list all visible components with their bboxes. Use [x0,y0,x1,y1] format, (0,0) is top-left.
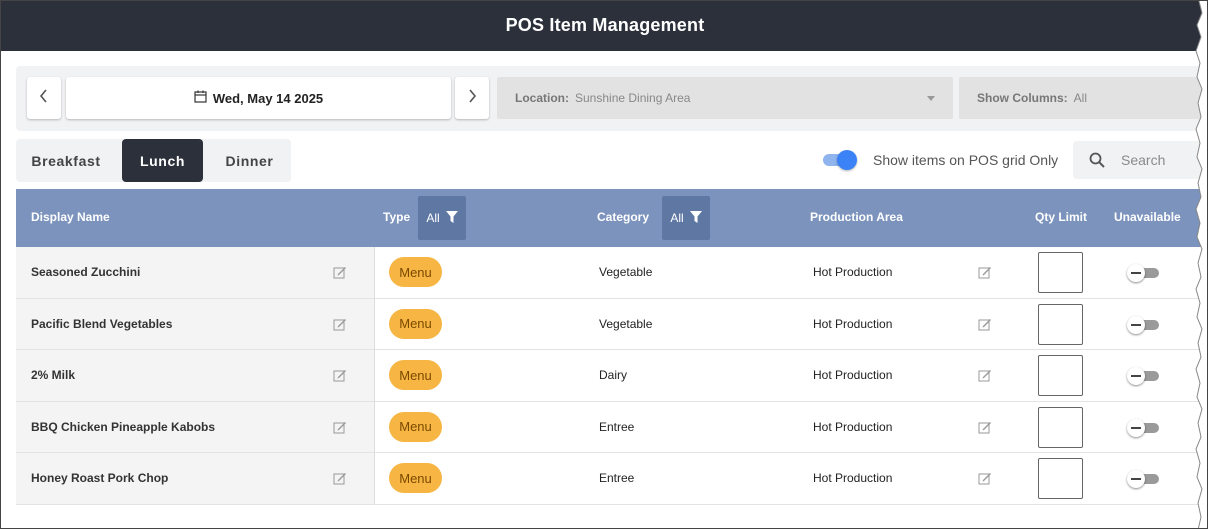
type-badge: Menu [389,360,442,391]
table-row: BBQ Chicken Pineapple Kabobs Menu Entree… [16,401,1207,454]
calendar-icon [194,90,207,106]
app-window: POS Item Management Wed, May 14 2025 Loc… [0,0,1208,529]
type-badge: Menu [389,257,442,287]
edit-icon[interactable] [978,265,992,279]
edit-icon[interactable] [333,471,347,485]
table-row: Pacific Blend Vegetables Menu Vegetable … [16,298,1207,351]
unavailable-toggle[interactable] [1127,470,1161,489]
item-name: 2% Milk [31,368,76,383]
header-production-area[interactable]: Production Area [810,210,903,224]
edit-icon[interactable] [333,420,347,434]
header-category[interactable]: Category [597,210,649,224]
name-cell: BBQ Chicken Pineapple Kabobs [16,401,375,453]
toggle-knob [1127,470,1145,489]
type-badge: Menu [389,308,442,339]
next-date-button[interactable] [455,77,489,119]
name-cell: Honey Roast Pork Chop [16,453,375,504]
item-name: Pacific Blend Vegetables [31,316,173,331]
qty-limit-input[interactable] [1038,458,1083,500]
type-filter-button[interactable]: All [418,196,466,240]
show-columns-select[interactable]: Show Columns: All [959,77,1207,119]
edit-icon[interactable] [978,368,992,382]
qty-limit-input[interactable] [1038,303,1083,345]
unavailable-toggle[interactable] [1127,315,1161,334]
type-badge: Menu [389,463,442,494]
production-area-value: Hot Production [813,419,893,434]
location-select[interactable]: Location: Sunshine Dining Area [497,77,953,119]
edit-icon[interactable] [333,368,347,382]
date-picker-button[interactable]: Wed, May 14 2025 [66,77,451,119]
toggle-knob [1127,315,1145,334]
table-row: Seasoned Zucchini Menu Vegetable Hot Pro… [16,247,1207,299]
production-area-value: Hot Production [813,471,893,486]
tab-lunch[interactable]: Lunch [122,139,203,182]
qty-limit-input[interactable] [1038,252,1083,293]
pos-grid-toggle[interactable] [821,149,859,171]
production-area-value: Hot Production [813,316,893,331]
production-area-value: Hot Production [813,368,893,383]
item-name: Honey Roast Pork Chop [31,471,169,486]
header-qty-limit[interactable]: Qty Limit [1035,210,1087,224]
edit-icon[interactable] [333,317,347,331]
qty-limit-input[interactable] [1038,355,1083,397]
chevron-left-icon [39,88,49,108]
tab-breakfast[interactable]: Breakfast [16,139,116,182]
unavailable-toggle[interactable] [1127,418,1161,437]
edit-icon[interactable] [978,471,992,485]
header-unavailable[interactable]: Unavailable [1114,210,1181,224]
header-display-name[interactable]: Display Name [31,210,110,224]
name-cell: 2% Milk [16,350,375,401]
category-value: Vegetable [599,265,653,279]
toggle-knob [1127,264,1145,282]
unavailable-toggle[interactable] [1127,367,1161,386]
table-row: Honey Roast Pork Chop Menu Entree Hot Pr… [16,453,1207,505]
toolbar: Wed, May 14 2025 Location: Sunshine Dini… [16,66,1207,131]
location-value: Sunshine Dining Area [575,91,691,105]
location-label: Location: [515,91,569,105]
qty-limit-input[interactable] [1038,406,1083,448]
meal-tabs: Breakfast Lunch Dinner [16,139,291,182]
caret-down-icon [927,96,935,101]
type-filter-value: All [426,211,440,225]
pos-grid-toggle-label: Show items on POS grid Only [873,152,1059,168]
toggle-knob [1127,418,1145,437]
date-label: Wed, May 14 2025 [212,90,324,106]
show-columns-value: All [1073,91,1088,105]
tab-dinner[interactable]: Dinner [208,139,291,182]
item-name: Seasoned Zucchini [31,265,141,279]
header-type[interactable]: Type [383,210,410,224]
title-bar: POS Item Management [1,1,1207,51]
table-row: 2% Milk Menu Dairy Hot Production [16,350,1207,402]
torn-edge [1195,1,1207,528]
item-name: BBQ Chicken Pineapple Kabobs [31,419,216,434]
table-header: Display Name Type All Category All Produ… [16,189,1207,247]
toggle-knob [837,150,857,170]
show-columns-label: Show Columns: [977,91,1068,105]
edit-icon[interactable] [978,420,992,434]
category-filter-button[interactable]: All [662,196,710,240]
search-input[interactable] [1121,149,1201,171]
edit-icon[interactable] [978,317,992,331]
search-box [1073,141,1207,179]
filter-icon [445,210,458,226]
type-badge: Menu [389,411,442,442]
prev-date-button[interactable] [27,77,61,119]
page-title: POS Item Management [505,15,705,35]
chevron-right-icon [467,88,477,108]
category-value: Entree [599,471,635,486]
category-value: Entree [599,419,635,434]
category-value: Dairy [599,368,628,383]
production-area-value: Hot Production [813,265,893,279]
category-filter-value: All [670,211,684,225]
category-value: Vegetable [599,316,653,331]
name-cell: Pacific Blend Vegetables [16,298,375,350]
toggle-knob [1127,367,1145,386]
unavailable-toggle[interactable] [1127,264,1161,282]
table-body: Seasoned Zucchini Menu Vegetable Hot Pro… [16,247,1207,505]
filter-icon [689,210,702,226]
edit-icon[interactable] [333,265,347,279]
name-cell: Seasoned Zucchini [16,247,375,298]
